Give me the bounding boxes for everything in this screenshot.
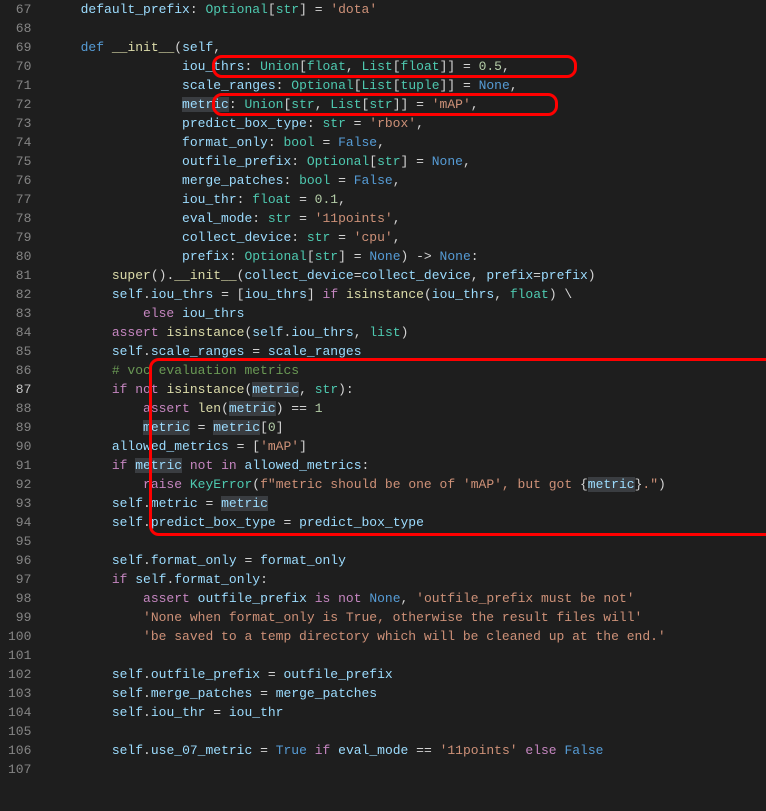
code-line[interactable]: self.outfile_prefix = outfile_prefix [49, 665, 758, 684]
line-number: 100 [8, 627, 31, 646]
code-line[interactable]: self.use_07_metric = True if eval_mode =… [49, 741, 758, 760]
code-line[interactable]: super().__init__(collect_device=collect_… [49, 266, 758, 285]
line-number: 107 [8, 760, 31, 779]
line-number: 80 [8, 247, 31, 266]
line-number: 89 [8, 418, 31, 437]
line-number: 99 [8, 608, 31, 627]
line-number: 103 [8, 684, 31, 703]
code-line[interactable]: self.format_only = format_only [49, 551, 758, 570]
code-line[interactable]: allowed_metrics = ['mAP'] [49, 437, 758, 456]
code-line[interactable]: else iou_thrs [49, 304, 758, 323]
line-number: 76 [8, 171, 31, 190]
line-number: 106 [8, 741, 31, 760]
code-line[interactable]: eval_mode: str = '11points', [49, 209, 758, 228]
line-number: 78 [8, 209, 31, 228]
line-number: 74 [8, 133, 31, 152]
line-number: 84 [8, 323, 31, 342]
line-number: 81 [8, 266, 31, 285]
code-line[interactable]: assert len(metric) == 1 [49, 399, 758, 418]
line-number: 71 [8, 76, 31, 95]
code-line[interactable]: assert isinstance(self.iou_thrs, list) [49, 323, 758, 342]
code-line[interactable]: predict_box_type: str = 'rbox', [49, 114, 758, 133]
line-number: 94 [8, 513, 31, 532]
line-number: 90 [8, 437, 31, 456]
line-number: 104 [8, 703, 31, 722]
code-line[interactable] [49, 532, 758, 551]
line-number: 88 [8, 399, 31, 418]
line-number: 95 [8, 532, 31, 551]
line-number: 86 [8, 361, 31, 380]
line-number: 67 [8, 0, 31, 19]
code-line[interactable]: self.metric = metric [49, 494, 758, 513]
line-number: 79 [8, 228, 31, 247]
code-line[interactable]: # voc evaluation metrics [49, 361, 758, 380]
code-line[interactable]: collect_device: str = 'cpu', [49, 228, 758, 247]
code-line[interactable]: prefix: Optional[str] = None) -> None: [49, 247, 758, 266]
code-line[interactable]: self.iou_thr = iou_thr [49, 703, 758, 722]
code-line[interactable]: self.merge_patches = merge_patches [49, 684, 758, 703]
code-line[interactable]: outfile_prefix: Optional[str] = None, [49, 152, 758, 171]
line-number: 98 [8, 589, 31, 608]
code-line[interactable] [49, 722, 758, 741]
line-number: 92 [8, 475, 31, 494]
code-line[interactable]: if not isinstance(metric, str): [49, 380, 758, 399]
code-line[interactable] [49, 19, 758, 38]
line-number: 75 [8, 152, 31, 171]
line-number: 69 [8, 38, 31, 57]
code-line[interactable]: default_prefix: Optional[str] = 'dota' [49, 0, 758, 19]
code-line[interactable]: iou_thrs: Union[float, List[float]] = 0.… [49, 57, 758, 76]
code-line[interactable]: scale_ranges: Optional[List[tuple]] = No… [49, 76, 758, 95]
line-number: 82 [8, 285, 31, 304]
code-line[interactable]: raise KeyError(f"metric should be one of… [49, 475, 758, 494]
code-line[interactable]: format_only: bool = False, [49, 133, 758, 152]
line-number: 105 [8, 722, 31, 741]
line-number: 77 [8, 190, 31, 209]
line-number: 91 [8, 456, 31, 475]
line-number: 93 [8, 494, 31, 513]
line-number: 73 [8, 114, 31, 133]
code-editor[interactable]: 6768697071727374757677787980818283848586… [0, 0, 766, 779]
line-number: 83 [8, 304, 31, 323]
code-line[interactable]: self.iou_thrs = [iou_thrs] if isinstance… [49, 285, 758, 304]
line-number: 102 [8, 665, 31, 684]
code-line[interactable]: if self.format_only: [49, 570, 758, 589]
line-number: 87 [8, 380, 31, 399]
code-line[interactable]: iou_thr: float = 0.1, [49, 190, 758, 209]
line-number: 70 [8, 57, 31, 76]
line-number: 72 [8, 95, 31, 114]
line-number: 96 [8, 551, 31, 570]
line-number: 68 [8, 19, 31, 38]
code-area[interactable]: default_prefix: Optional[str] = 'dota' d… [49, 0, 766, 779]
line-number: 101 [8, 646, 31, 665]
code-line[interactable]: self.scale_ranges = scale_ranges [49, 342, 758, 361]
line-number: 97 [8, 570, 31, 589]
code-line[interactable] [49, 760, 758, 779]
code-line[interactable]: metric: Union[str, List[str]] = 'mAP', [49, 95, 758, 114]
code-line[interactable]: self.predict_box_type = predict_box_type [49, 513, 758, 532]
code-line[interactable]: metric = metric[0] [49, 418, 758, 437]
code-line[interactable]: 'be saved to a temp directory which will… [49, 627, 758, 646]
code-line[interactable] [49, 646, 758, 665]
code-line[interactable]: 'None when format_only is True, otherwis… [49, 608, 758, 627]
code-line[interactable]: merge_patches: bool = False, [49, 171, 758, 190]
line-number: 85 [8, 342, 31, 361]
line-number-gutter: 6768697071727374757677787980818283848586… [0, 0, 49, 779]
code-line[interactable]: assert outfile_prefix is not None, 'outf… [49, 589, 758, 608]
code-line[interactable]: if metric not in allowed_metrics: [49, 456, 758, 475]
code-line[interactable]: def __init__(self, [49, 38, 758, 57]
